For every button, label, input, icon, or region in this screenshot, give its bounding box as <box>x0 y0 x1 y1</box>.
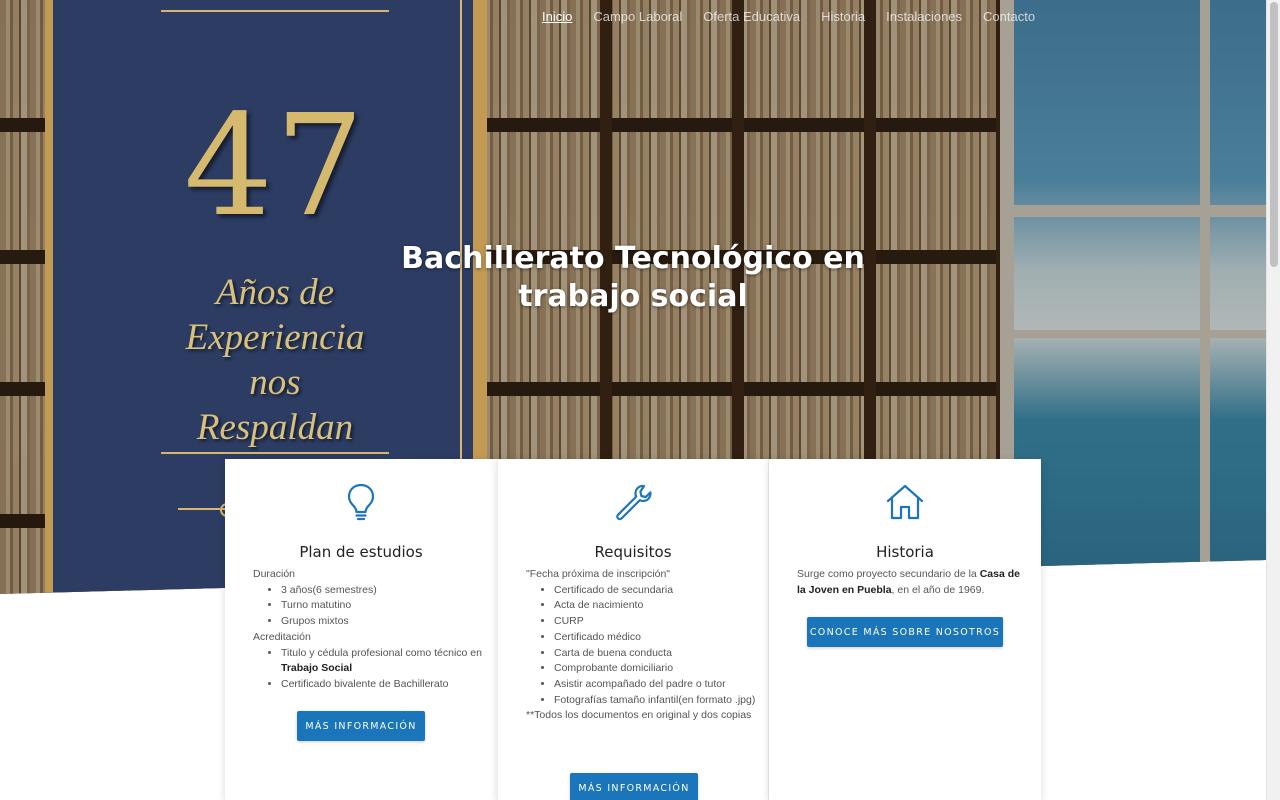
poster-bottom-line <box>161 452 389 454</box>
card-historia: Historia Surge como proyecto secundario … <box>769 459 1041 800</box>
card-body: "Fecha próxima de inscripción" Certifica… <box>526 567 756 724</box>
card-body: Surge como proyecto secundario de la Cas… <box>797 568 1020 596</box>
card-title: Requisitos <box>594 543 672 561</box>
card-title: Historia <box>876 543 934 561</box>
nav-item-contacto[interactable]: Contacto <box>983 9 1035 24</box>
card-plan-de-estudios: Plan de estudios Duración 3 años(6 semes… <box>225 459 497 800</box>
card-requisitos: Requisitos "Fecha próxima de inscripción… <box>497 459 769 800</box>
poster-number: 47 <box>183 85 367 248</box>
lightbulb-icon <box>225 483 497 521</box>
mas-informacion-button[interactable]: MÁS INFORMACIÓN <box>297 711 425 741</box>
card-title: Plan de estudios <box>299 543 423 561</box>
nav-item-historia[interactable]: Historia <box>821 9 865 24</box>
mas-informacion-button[interactable]: MÁS INFORMACIÓN <box>570 773 698 800</box>
main-nav: Inicio Campo Laboral Oferta Educativa Hi… <box>542 9 1035 24</box>
card-body: Duración 3 años(6 semestres) Turno matut… <box>253 567 483 693</box>
nav-item-campo-laboral[interactable]: Campo Laboral <box>593 9 682 24</box>
poster-caption: Años de Experiencia nos Respaldan <box>185 272 365 448</box>
poster-ornament <box>178 503 234 517</box>
nav-item-oferta-educativa[interactable]: Oferta Educativa <box>703 9 800 24</box>
nav-item-instalaciones[interactable]: Instalaciones <box>886 9 962 24</box>
conoce-mas-button[interactable]: CONOCE MÁS SOBRE NOSOTROS <box>807 617 1003 647</box>
page-scrollbar[interactable] <box>1266 0 1280 800</box>
house-icon <box>769 483 1041 521</box>
poster-top-line <box>161 10 389 12</box>
wrench-icon <box>498 483 768 521</box>
scrollbar-thumb[interactable] <box>1270 2 1278 267</box>
feature-cards: Plan de estudios Duración 3 años(6 semes… <box>225 459 1041 800</box>
nav-item-inicio[interactable]: Inicio <box>542 9 572 24</box>
hero-title: Bachillerato Tecnológico en trabajo soci… <box>401 241 865 314</box>
